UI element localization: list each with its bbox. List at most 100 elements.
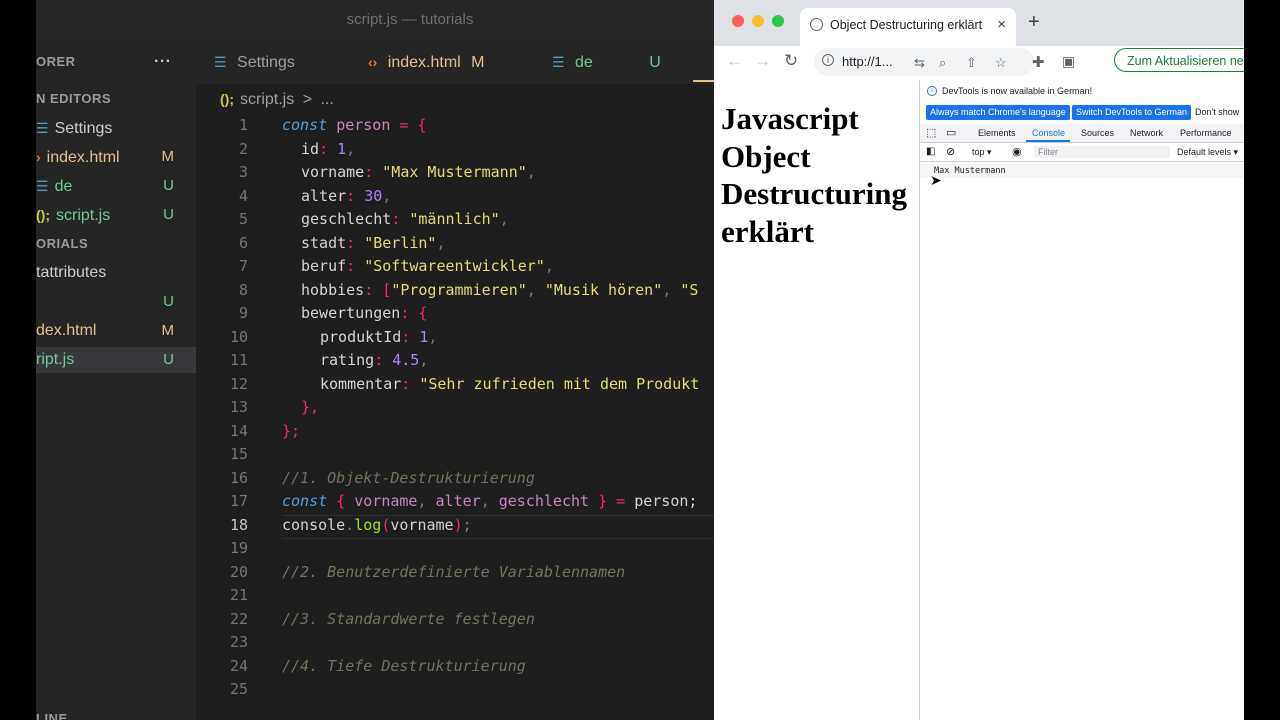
line-number: 6 — [238, 233, 248, 252]
tab-settings[interactable]: ☰ Settings — [214, 40, 295, 84]
address-bar[interactable]: i http://1... ⇆ ⌕ ⇧ ☆ — [814, 48, 1034, 76]
console-log-text: Max Mustermann — [934, 166, 1006, 176]
settings-file-icon: ☰ — [214, 54, 227, 70]
open-editor-de[interactable]: ☰ de U — [36, 173, 196, 199]
variable-token: alter — [435, 492, 481, 510]
more-actions-icon[interactable]: ··· — [154, 49, 171, 75]
git-status-badge: U — [163, 351, 174, 368]
close-window-icon[interactable] — [732, 15, 744, 27]
string-token: "Musik hören" — [544, 280, 663, 299]
sidebar-toggle-icon[interactable]: ◧ — [926, 146, 935, 157]
tab-network[interactable]: Network — [1130, 128, 1163, 138]
line-number: 8 — [238, 280, 248, 299]
breadcrumb-symbol[interactable]: ... — [320, 91, 333, 108]
context-selector[interactable]: top ▾ — [972, 147, 992, 158]
property-token: produktId — [320, 327, 402, 346]
dont-show-again-button[interactable]: Don't show — [1195, 105, 1239, 120]
line-number: 16 — [229, 468, 248, 487]
close-tab-icon[interactable]: × — [997, 16, 1006, 33]
tab-console[interactable]: Console — [1032, 128, 1065, 138]
zoom-icon[interactable]: ⌕ — [939, 55, 946, 71]
git-status-badge: U — [649, 54, 661, 71]
switch-devtools-german-button[interactable]: Switch DevTools to German — [1072, 105, 1192, 120]
code-line-16: //1. Objekt-Destrukturierung — [282, 468, 535, 487]
live-expression-eye-icon[interactable]: ◉ — [1012, 145, 1022, 158]
back-icon[interactable]: ← — [726, 51, 743, 71]
explorer-label: ORER — [36, 54, 76, 69]
code-line-4: alter: 30, — [301, 186, 392, 205]
folder-header[interactable]: ORIALS — [36, 231, 196, 257]
property-token: stadt — [301, 233, 347, 252]
property-token: alter — [301, 186, 347, 205]
line-number: 21 — [229, 586, 248, 604]
code-line-14: }; — [282, 421, 301, 440]
minimize-window-icon[interactable] — [752, 15, 764, 27]
code-line-8: hobbies: ["Programmieren", "Musik hören"… — [301, 280, 699, 299]
number-token: 4.5 — [392, 351, 420, 369]
explorer-header: ORER ··· — [36, 49, 196, 75]
code-editor[interactable]: 1 2 3 4 5 6 7 8 9 10 11 12 13 14 15 16 17 18 19 20 21 22 23 24 2… — [196, 114, 714, 720]
breadcrumb-file[interactable]: script.js — [240, 91, 294, 108]
tab-index-html[interactable]: ‹› index.html M — [368, 40, 484, 84]
page-heading: Javascript Object Destructuring erklärt — [721, 101, 907, 249]
file-index-html[interactable]: dex.html M — [36, 318, 196, 344]
code-line-20: //2. Benutzerdefinierte Variablennamen — [282, 562, 626, 581]
open-editor-label: script.js — [56, 207, 111, 224]
editor-tab-bar: ☰ Settings ‹› index.html M ☰ de U — [196, 40, 714, 84]
line-number: 15 — [229, 445, 248, 463]
file-script-js[interactable]: ript.js U — [36, 347, 196, 373]
inspect-element-icon[interactable]: ⬚ — [926, 126, 936, 139]
open-editor-script-js[interactable]: (); script.js U — [36, 202, 196, 228]
git-status-badge: M — [471, 54, 485, 71]
file-icon: ☰ — [36, 178, 49, 194]
line-number: 2 — [238, 139, 248, 158]
keyword-token: const — [282, 116, 328, 134]
tab-de[interactable]: ☰ de U — [552, 40, 661, 84]
code-line-11: rating: 4.5, — [320, 351, 429, 369]
update-restart-button[interactable]: Zum Aktualisieren neu starten — [1114, 48, 1244, 72]
property-token: geschlecht — [301, 210, 392, 228]
browser-tab[interactable]: Object Destructuring erklärt × — [800, 8, 1016, 46]
console-filter-input[interactable]: Filter — [1034, 146, 1170, 158]
console-toolbar: ◧ ⊘ top ▾ ◉ Filter Default levels ▾ — [920, 143, 1244, 162]
share-icon[interactable]: ⇧ — [966, 55, 977, 71]
identifier-token: person; — [634, 492, 698, 510]
open-editors-header[interactable]: N EDITORS — [36, 86, 196, 112]
window-title-bar: script.js — tutorials — [36, 0, 714, 40]
outline-header[interactable]: LINE — [36, 706, 196, 720]
tab-sources[interactable]: Sources — [1081, 128, 1114, 138]
log-levels-dropdown[interactable]: Default levels ▾ — [1177, 147, 1238, 158]
bookmark-star-icon[interactable]: ☆ — [995, 55, 1007, 71]
maximize-window-icon[interactable] — [772, 15, 784, 27]
outline-label: LINE — [36, 711, 68, 720]
file-tattributes[interactable]: tattributes — [36, 260, 196, 286]
tab-performance[interactable]: Performance — [1180, 128, 1232, 138]
folder-label: ORIALS — [36, 236, 89, 251]
line-number: 10 — [229, 327, 248, 346]
line-number: 9 — [238, 304, 248, 322]
file-untracked[interactable]: U — [36, 289, 196, 315]
identifier-token: console — [282, 515, 346, 534]
open-editor-settings[interactable]: ☰ Settings — [36, 115, 196, 141]
brace-token: { — [417, 116, 427, 134]
clear-console-icon[interactable]: ⊘ — [946, 145, 955, 158]
string-token: "Berlin" — [364, 233, 437, 252]
html-file-icon: › — [36, 149, 41, 165]
tab-elements[interactable]: Elements — [978, 128, 1016, 138]
match-chrome-language-button[interactable]: Always match Chrome's language — [926, 105, 1070, 120]
device-toolbar-icon[interactable]: ▭ — [946, 126, 956, 139]
open-editor-index-html[interactable]: › index.html M — [36, 144, 196, 170]
site-info-icon[interactable]: i — [822, 54, 834, 66]
open-editor-label: Settings — [54, 120, 113, 137]
forward-icon[interactable]: → — [754, 51, 771, 71]
line-number: 3 — [238, 163, 248, 181]
property-token: bewertungen — [301, 304, 401, 322]
extensions-icon[interactable]: ✚ — [1032, 53, 1045, 71]
side-panel-icon[interactable]: ▣ — [1062, 53, 1075, 70]
line-number: 18 — [229, 515, 248, 534]
translate-icon[interactable]: ⇆ — [914, 55, 925, 71]
browser-toolbar: ← → ↻ i http://1... ⇆ ⌕ ⇧ ☆ ✚ ▣ Zum Aktu… — [714, 46, 1244, 81]
reload-icon[interactable]: ↻ — [784, 51, 798, 71]
new-tab-icon[interactable]: + — [1028, 11, 1040, 34]
tab-label: index.html — [387, 54, 461, 71]
